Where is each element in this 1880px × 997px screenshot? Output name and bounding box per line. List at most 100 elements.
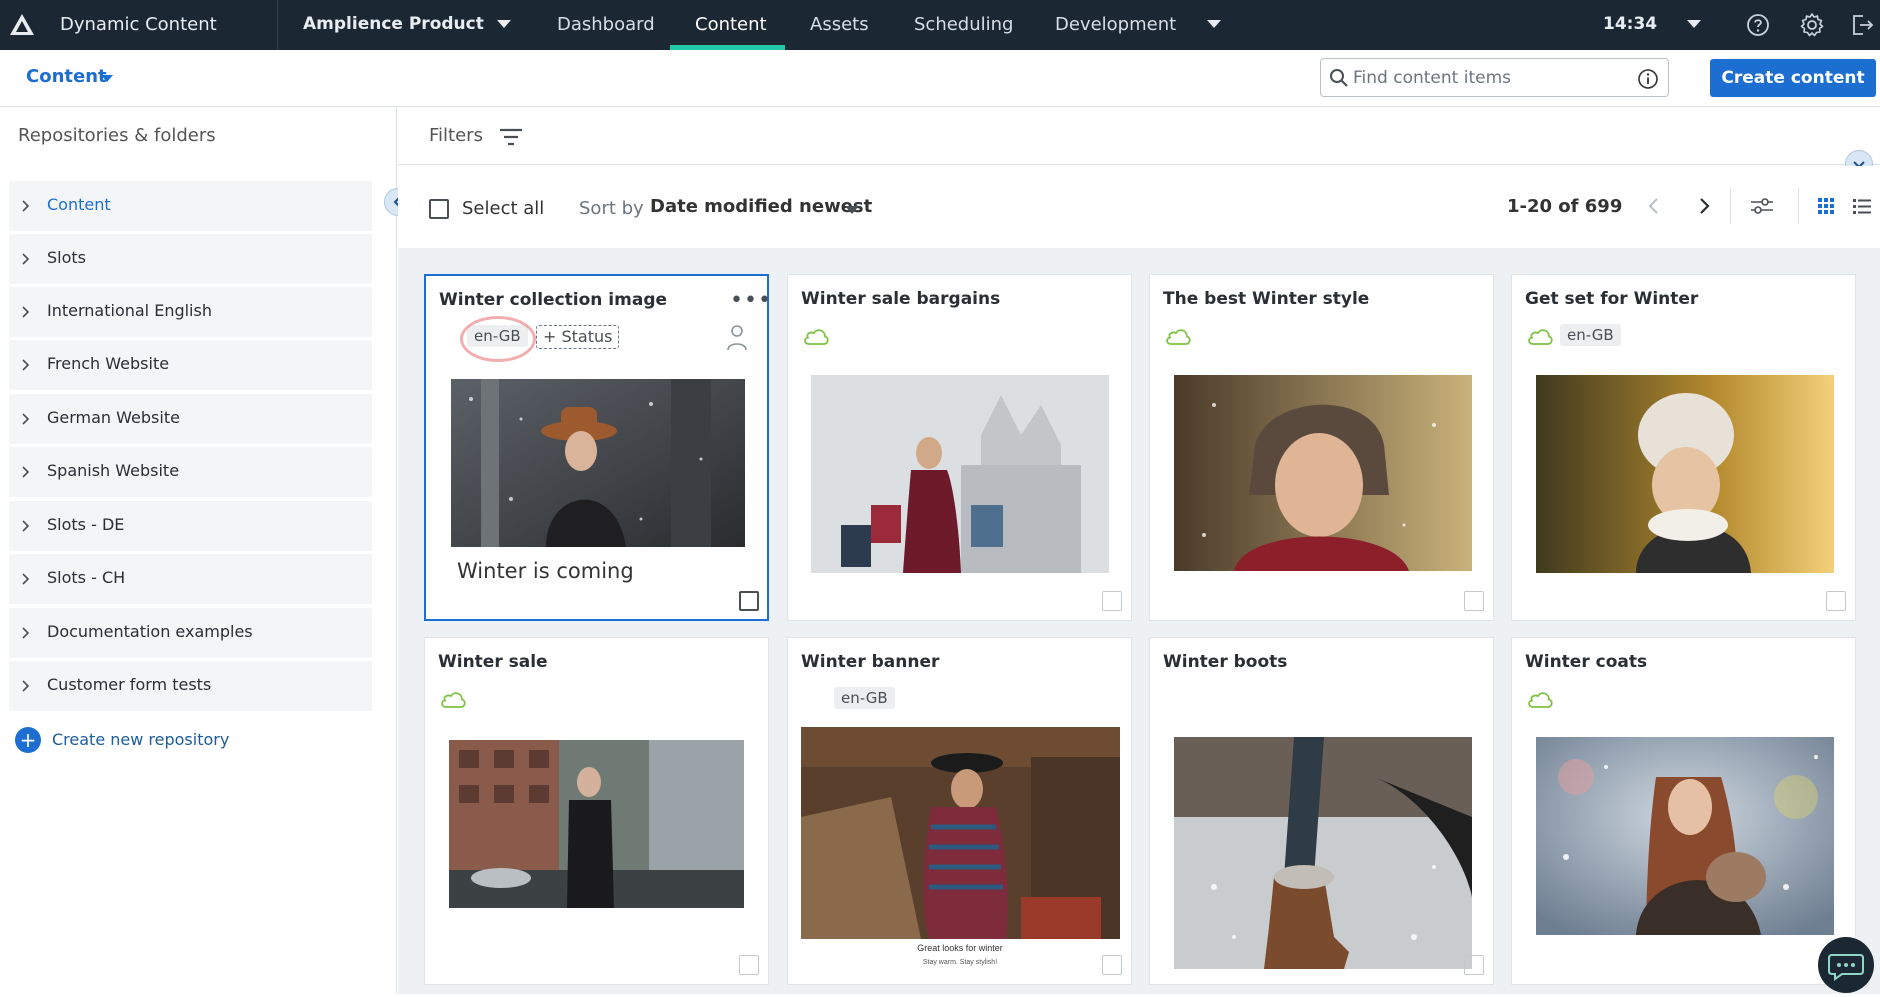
more-options-icon[interactable]: •••	[730, 288, 772, 313]
sub-header: Content Create content	[0, 50, 1880, 107]
cloud-published-icon	[1166, 329, 1191, 345]
chevron-right-icon	[22, 680, 30, 692]
breadcrumb-caret-icon[interactable]	[101, 75, 113, 82]
sidebar-item-content[interactable]: Content	[9, 181, 372, 231]
user-icon[interactable]	[726, 324, 748, 352]
sidebar-title: Repositories & folders	[18, 125, 216, 146]
cloud-published-icon	[804, 329, 829, 345]
card-thumbnail-image	[1536, 375, 1834, 573]
cloud-published-icon	[441, 692, 466, 708]
card-title[interactable]: Winter sale bargains	[801, 289, 1000, 309]
card-title[interactable]: The best Winter style	[1163, 289, 1369, 309]
card-select-checkbox[interactable]	[1102, 591, 1122, 611]
content-card-winter-sale[interactable]: Winter sale	[424, 637, 769, 985]
grid-view-icon[interactable]	[1812, 192, 1840, 220]
add-status-button[interactable]: + Status	[536, 325, 620, 349]
sidebar-item-slots-de[interactable]: Slots - DE	[9, 501, 372, 551]
content-card-winter-coats[interactable]: Winter coats	[1511, 637, 1856, 985]
content-grid: Winter collection image ••• en-GB + Stat…	[398, 248, 1880, 994]
content-breadcrumb[interactable]: Content	[26, 66, 107, 87]
logout-icon[interactable]	[1849, 12, 1875, 38]
repositories-sidebar: Repositories & folders Content Slots Int…	[0, 107, 397, 994]
card-thumbnail-image	[449, 740, 744, 908]
view-settings-sliders-icon[interactable]	[1748, 192, 1776, 220]
card-thumbnail-image	[1174, 375, 1472, 571]
settings-gear-icon[interactable]	[1799, 12, 1825, 38]
filters-bar: Filters	[398, 107, 1880, 165]
content-card-winter-collection-image[interactable]: Winter collection image ••• en-GB + Stat…	[424, 274, 772, 621]
search-input[interactable]	[1353, 64, 1623, 91]
card-title[interactable]: Get set for Winter	[1525, 289, 1698, 309]
chevron-right-icon	[22, 413, 30, 425]
card-thumbnail-image	[1174, 737, 1472, 969]
amplience-logo-icon[interactable]	[8, 11, 36, 39]
create-content-button[interactable]: Create content	[1710, 59, 1876, 97]
hub-selector[interactable]: Amplience Product	[303, 14, 484, 34]
select-all-label[interactable]: Select all	[462, 198, 544, 219]
sidebar-item-slots-ch[interactable]: Slots - CH	[9, 554, 372, 604]
sidebar-item-german-website[interactable]: German Website	[9, 394, 372, 444]
chevron-right-icon	[22, 520, 30, 532]
chat-support-button[interactable]	[1818, 937, 1874, 993]
sidebar-item-french-website[interactable]: French Website	[9, 340, 372, 390]
help-icon[interactable]	[1745, 12, 1771, 38]
clock-caret-icon[interactable]	[1687, 20, 1701, 28]
sidebar-item-international-english[interactable]: International English	[9, 287, 372, 337]
filter-icon[interactable]	[498, 126, 524, 148]
card-select-checkbox[interactable]	[739, 955, 759, 975]
nav-content[interactable]: Content	[695, 14, 767, 35]
card-thumbnail-image	[451, 379, 745, 547]
filters-label[interactable]: Filters	[429, 125, 483, 146]
nav-dashboard[interactable]: Dashboard	[557, 14, 655, 35]
sidebar-item-label: Documentation examples	[47, 622, 253, 641]
chat-bubble-icon	[1828, 954, 1864, 981]
card-select-checkbox[interactable]	[739, 591, 759, 611]
nav-development[interactable]: Development	[1055, 14, 1176, 35]
list-view-icon[interactable]	[1848, 192, 1876, 220]
create-repo-label: Create new repository	[52, 730, 230, 749]
sidebar-item-slots[interactable]: Slots	[9, 234, 372, 284]
content-card-winter-sale-bargains[interactable]: Winter sale bargains	[787, 274, 1132, 621]
clock-display[interactable]: 14:34	[1603, 14, 1657, 34]
card-select-checkbox[interactable]	[1102, 955, 1122, 975]
card-title[interactable]: Winter boots	[1163, 652, 1287, 672]
cloud-published-icon	[1528, 329, 1553, 345]
app-title[interactable]: Dynamic Content	[60, 14, 217, 35]
plus-icon: +	[15, 727, 41, 753]
content-card-the-best-winter-style[interactable]: The best Winter style	[1149, 274, 1494, 621]
card-thumbnail-image: Great looks for winter Stay warm. Stay s…	[801, 727, 1120, 973]
select-all-checkbox[interactable]	[429, 199, 449, 219]
top-nav-bar: Dynamic Content Amplience Product Dashbo…	[0, 0, 1880, 50]
nav-divider	[277, 0, 278, 50]
card-title[interactable]: Winter banner	[801, 652, 939, 672]
previous-page-icon[interactable]	[1640, 192, 1668, 220]
card-select-checkbox[interactable]	[1464, 955, 1484, 975]
next-page-icon[interactable]	[1690, 192, 1718, 220]
development-caret-icon[interactable]	[1207, 20, 1221, 28]
chevron-right-icon	[22, 627, 30, 639]
sort-select[interactable]: Date modified newest	[650, 196, 872, 217]
content-card-winter-boots[interactable]: Winter boots	[1149, 637, 1494, 985]
chevron-right-icon	[22, 359, 30, 371]
card-select-checkbox[interactable]	[1826, 591, 1846, 611]
content-card-winter-banner[interactable]: Winter banner en-GB Great looks for wint…	[787, 637, 1132, 985]
card-title[interactable]: Winter collection image	[439, 290, 667, 310]
card-caption: Winter is coming	[457, 559, 634, 583]
info-icon[interactable]	[1637, 68, 1659, 90]
nav-scheduling[interactable]: Scheduling	[914, 14, 1013, 35]
highlight-circle	[460, 316, 536, 362]
sidebar-item-spanish-website[interactable]: Spanish Website	[9, 447, 372, 497]
sidebar-item-customer-form-tests[interactable]: Customer form tests	[9, 661, 372, 711]
hub-caret-icon[interactable]	[497, 20, 511, 28]
card-title[interactable]: Winter sale	[438, 652, 548, 672]
content-card-get-set-for-winter[interactable]: Get set for Winter en-GB	[1511, 274, 1856, 621]
sort-by-label: Sort by	[579, 198, 644, 219]
sidebar-item-documentation-examples[interactable]: Documentation examples	[9, 608, 372, 658]
locale-badge: en-GB	[1560, 324, 1621, 346]
pagination-count: 1-20 of 699	[1507, 196, 1623, 217]
search-box[interactable]	[1320, 58, 1669, 97]
sort-caret-icon[interactable]	[845, 206, 859, 214]
card-select-checkbox[interactable]	[1464, 591, 1484, 611]
card-title[interactable]: Winter coats	[1525, 652, 1647, 672]
nav-assets[interactable]: Assets	[810, 14, 869, 35]
